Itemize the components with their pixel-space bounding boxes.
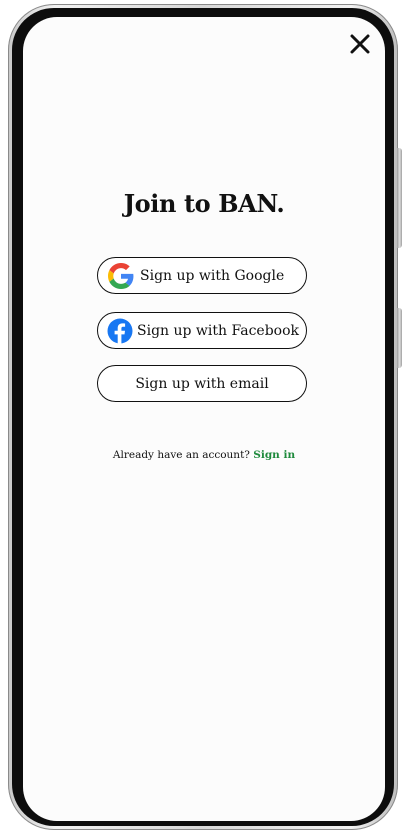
page-title: Join to BAN. [123,189,285,218]
signup-email-label: Sign up with email [135,375,269,392]
signup-google-label: Sign up with Google [140,267,285,284]
google-logo-icon [108,262,134,289]
signup-facebook-label: Sign up with Facebook [137,322,300,339]
screen-container: Join to BAN. Sign up with Google Sign up [8,4,398,830]
facebook-logo-icon [107,318,133,344]
signup-google-button[interactable]: Sign up with Google [97,257,307,294]
signup-email-button[interactable]: Sign up with email [97,365,307,402]
close-button[interactable] [347,31,373,57]
signin-prompt-text: Already have an account? [112,449,250,461]
signin-link[interactable]: Sign in [253,449,295,461]
close-icon [350,34,370,54]
signin-prompt-line: Already have an account? Sign in [23,449,385,461]
signup-screen: Join to BAN. Sign up with Google Sign up [23,17,385,821]
signup-facebook-button[interactable]: Sign up with Facebook [97,312,307,349]
